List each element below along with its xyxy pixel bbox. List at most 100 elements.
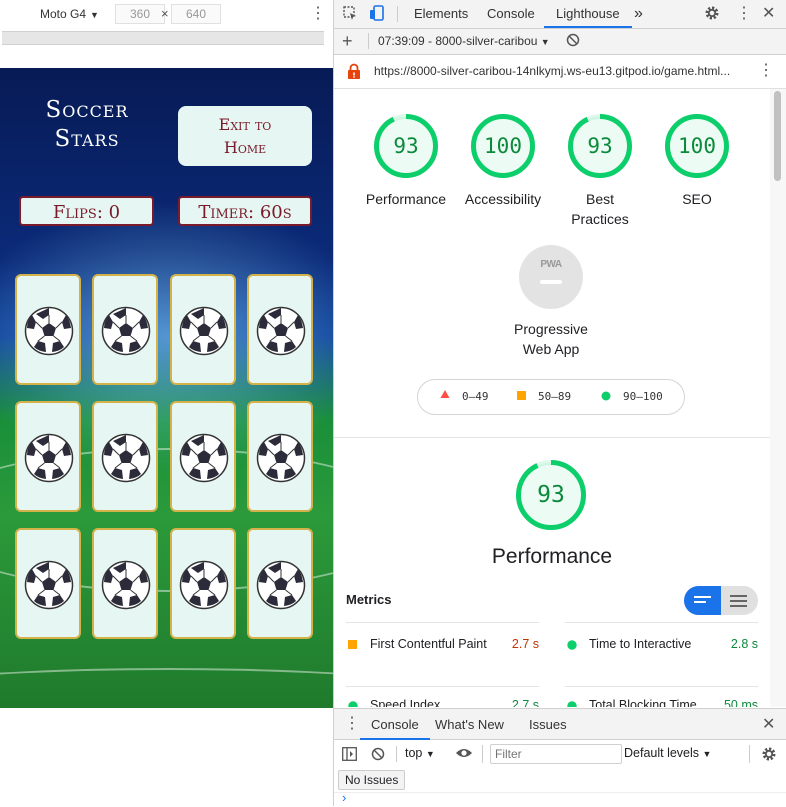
soccer-ball-icon [256, 306, 306, 356]
settings-icon[interactable] [704, 5, 720, 26]
soccer-ball-icon [179, 433, 229, 483]
soccer-ball-icon [101, 433, 151, 483]
gauge-score: 93 [537, 482, 565, 508]
pass-circle-icon [601, 391, 611, 404]
memory-card[interactable] [15, 528, 81, 639]
clear-icon[interactable] [566, 33, 580, 50]
pwa-label: Progressive Web App [501, 319, 601, 359]
expanded-view-icon[interactable] [730, 595, 747, 607]
memory-card[interactable] [247, 274, 313, 385]
average-square-icon [348, 639, 358, 653]
console-filter-input[interactable] [490, 744, 622, 764]
memory-card[interactable] [15, 274, 81, 385]
game-viewport: Soccer Stars Exit to Home Flips: 0 Timer… [0, 68, 333, 708]
console-prompt[interactable]: › [334, 790, 786, 807]
soccer-ball-icon [179, 306, 229, 356]
exit-to-home-button[interactable]: Exit to Home [178, 106, 312, 166]
device-select[interactable]: Moto G4 ▼ [40, 7, 99, 21]
metric-divider [346, 622, 539, 623]
log-levels-label: Default levels [624, 746, 700, 760]
metric-value: 2.7 s [511, 637, 539, 651]
device-toolbar: Moto G4 ▼ 360 × 640 ⋮ [0, 0, 333, 28]
times-glyph: × [161, 6, 169, 21]
soccer-ball-icon [24, 306, 74, 356]
tab-elements[interactable]: Elements [414, 0, 468, 28]
metric-name: Time to Interactive [589, 637, 692, 651]
pwa-badge[interactable]: PWA [519, 245, 583, 309]
clear-console-icon[interactable] [371, 747, 385, 764]
memory-card[interactable] [170, 528, 236, 639]
report-menu-icon[interactable]: ⋮ [758, 63, 774, 79]
drawer-tab-whats-new[interactable]: What's New [435, 709, 504, 740]
more-options-icon[interactable]: ⋮ [310, 6, 326, 22]
live-expression-eye-icon[interactable] [455, 746, 473, 763]
toolbar-separator [749, 745, 750, 763]
more-tabs-icon[interactable]: » [634, 0, 643, 28]
score-gauge-accessibility[interactable]: 100 [470, 113, 536, 179]
fail-triangle-icon [440, 389, 450, 402]
pwa-label-line-1: Progressive [514, 321, 588, 337]
pwa-dash-icon [540, 280, 562, 284]
tab-console[interactable]: Console [487, 0, 535, 28]
legend-high: 90–100 [623, 390, 663, 403]
list-view-button[interactable] [684, 586, 721, 615]
memory-card[interactable] [247, 401, 313, 512]
width-input[interactable]: 360 [115, 4, 165, 24]
close-drawer-icon[interactable]: ✕ [762, 716, 775, 734]
title-line-2: Stars [54, 126, 120, 152]
device-toggle-icon[interactable] [369, 5, 385, 26]
score-gauge-performance[interactable]: 93 [373, 113, 439, 179]
sidebar-toggle-icon[interactable] [342, 747, 357, 764]
scrollbar-thumb[interactable] [774, 91, 781, 181]
chevron-down-icon: ▼ [540, 37, 550, 47]
score-label-line-2: Practices [571, 211, 629, 227]
metrics-view-toggle[interactable] [684, 586, 758, 615]
soccer-ball-icon [24, 560, 74, 610]
pass-circle-icon [567, 700, 577, 707]
drawer-tab-console[interactable]: Console [360, 709, 430, 740]
customize-devtools-icon[interactable]: ⋮ [736, 6, 752, 22]
report-url[interactable]: https://8000-silver-caribou-14nlkymj.ws-… [374, 64, 746, 78]
lighthouse-report: 93 Performance 100 Accessibility 93 Best Pract… [334, 89, 770, 707]
inspect-icon[interactable] [342, 5, 358, 26]
drawer-tab-issues[interactable]: Issues [529, 709, 567, 740]
toolbar-separator [368, 33, 369, 49]
no-issues-button[interactable]: No Issues [338, 770, 406, 790]
tab-lighthouse[interactable]: Lighthouse [544, 0, 632, 28]
report-scrollbar[interactable] [770, 89, 786, 707]
memory-card[interactable] [15, 401, 81, 512]
prompt-chevron-icon: › [342, 790, 347, 805]
console-settings-icon[interactable] [761, 746, 777, 765]
soccer-ball-icon [101, 306, 151, 356]
memory-card[interactable] [92, 274, 158, 385]
score-label-line-1: Performance [365, 191, 447, 207]
metric-item: Total Blocking Time 50 ms [565, 696, 758, 707]
height-input[interactable]: 640 [171, 4, 221, 24]
performance-gauge-large[interactable]: 93 [515, 459, 587, 531]
log-levels-select[interactable]: Default levels ▼ [624, 746, 711, 760]
score-label: Best Practices [550, 189, 650, 229]
performance-heading: Performance [491, 545, 613, 568]
gauge-score: 100 [484, 134, 522, 158]
soccer-ball-icon [179, 560, 229, 610]
timer-display: Timer: 60s [178, 196, 312, 226]
memory-card[interactable] [92, 528, 158, 639]
drawer-menu-icon[interactable]: ⋮ [344, 716, 360, 732]
report-url-bar: https://8000-silver-caribou-14nlkymj.ws-… [334, 55, 786, 89]
close-devtools-icon[interactable]: ✕ [762, 5, 775, 23]
new-report-icon[interactable]: + [342, 31, 360, 51]
exit-line-2: Home [223, 138, 267, 157]
gauge-score: 93 [393, 134, 419, 158]
toolbar-separator [482, 745, 483, 763]
memory-card[interactable] [170, 274, 236, 385]
memory-card[interactable] [92, 401, 158, 512]
context-select[interactable]: top ▼ [405, 746, 435, 760]
score-gauge-seo[interactable]: 100 [664, 113, 730, 179]
score-gauge-best[interactable]: 93 [567, 113, 633, 179]
memory-card[interactable] [247, 528, 313, 639]
insecure-lock-icon [347, 63, 361, 83]
memory-card[interactable] [170, 401, 236, 512]
chevron-down-icon: ▼ [702, 749, 712, 759]
drawer-tabbar: ⋮ Console What's New Issues ✕ [334, 708, 786, 740]
report-select[interactable]: 07:39:09 - 8000-silver-caribou ▼ [378, 34, 550, 48]
